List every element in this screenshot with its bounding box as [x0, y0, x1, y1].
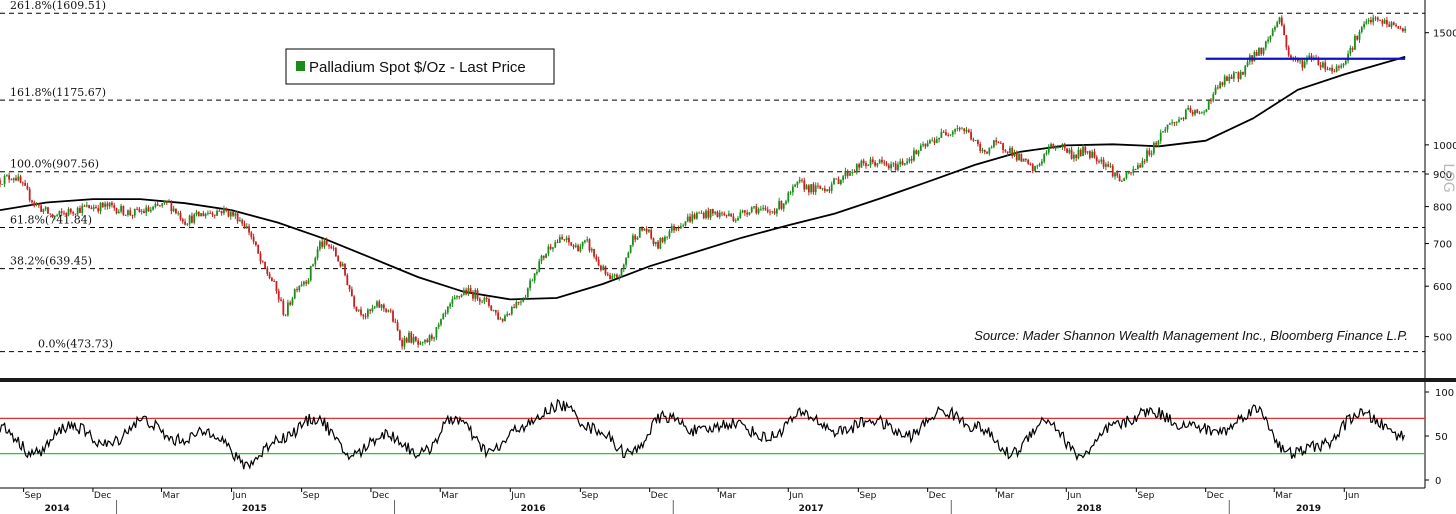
price-tick-label: 600: [1433, 282, 1452, 293]
price-candle: [410, 330, 413, 344]
month-label: Jun: [232, 491, 247, 501]
panel-divider: [0, 378, 1456, 382]
price-candle: [1397, 26, 1400, 29]
price-candle: [1152, 141, 1155, 156]
price-tick-label: 800: [1433, 203, 1452, 214]
price-candle: [392, 309, 394, 323]
legend: Palladium Spot $/Oz - Last Price: [285, 48, 555, 85]
price-candle: [1, 183, 4, 185]
price-candle: [1207, 99, 1210, 110]
year-label: 2015: [242, 504, 267, 514]
price-candle: [200, 212, 202, 217]
price-candle: [398, 329, 401, 341]
price-candle: [293, 288, 296, 300]
price-candle: [629, 244, 632, 254]
fib-label: 100.0%(907.56): [10, 158, 99, 171]
x-axis: Sep Dec Mar Jun Sep Dec Mar Jun Sep Dec Mar Jun Sep D…: [23, 488, 1359, 514]
oscillator-tick-label: 100: [1435, 388, 1454, 399]
price-candle: [833, 177, 835, 185]
price-tick-label: 700: [1433, 240, 1452, 251]
price-candle: [620, 268, 623, 278]
month-label: Dec: [372, 491, 389, 501]
palladium-chart: 261.8%(1609.51) 161.8%(1175.67) 100.0%(907…: [0, 0, 1456, 514]
oscillator-tick-label: 50: [1435, 432, 1448, 443]
price-candle: [1354, 34, 1356, 51]
month-label: Mar: [719, 491, 736, 501]
price-candle: [344, 263, 346, 277]
month-label: Sep: [25, 491, 42, 501]
price-tick-label: 1000: [1433, 141, 1456, 152]
price-candle: [257, 244, 260, 254]
price-candle: [545, 253, 547, 259]
source-note: Source: Mader Shannon Wealth Management …: [974, 328, 1408, 343]
price-candle: [1258, 47, 1260, 56]
month-label: Dec: [651, 491, 668, 501]
fib-label: 61.8%(741.84): [10, 213, 92, 226]
month-label: Sep: [1137, 491, 1154, 501]
log-scale-label: LOG: [1440, 163, 1456, 192]
fib-label: 261.8%(1609.51): [10, 0, 106, 12]
price-candle: [1022, 158, 1025, 162]
month-label: Sep: [859, 491, 876, 501]
legend-label: Palladium Spot $/Oz - Last Price: [309, 59, 526, 76]
fib-label: 0.0%(473.73): [38, 338, 113, 351]
price-candle: [1015, 150, 1018, 162]
month-label: Dec: [94, 491, 111, 501]
price-candle: [1020, 153, 1023, 162]
month-label: Dec: [929, 491, 946, 501]
price-panel: [0, 0, 1425, 378]
price-candle: [346, 273, 349, 286]
month-label: Jun: [788, 491, 803, 501]
year-label: 2017: [799, 504, 824, 514]
fib-label: 38.2%(639.45): [10, 255, 92, 268]
price-candle: [282, 298, 285, 317]
price-candle: [1111, 164, 1114, 178]
month-label: Mar: [997, 491, 1014, 501]
oscillator-series: [0, 398, 1405, 470]
price-candle: [1184, 108, 1187, 120]
price-candle: [1052, 143, 1055, 149]
month-label: Mar: [162, 491, 179, 501]
price-candle: [1034, 165, 1036, 172]
price-candle: [588, 238, 591, 253]
price-candle: [28, 186, 31, 203]
month-label: Mar: [1275, 491, 1292, 501]
year-label: 2014: [45, 504, 70, 514]
price-candle: [632, 233, 634, 248]
month-label: Sep: [303, 491, 320, 501]
price-candle: [526, 287, 529, 299]
year-label: 2019: [1296, 504, 1321, 514]
oscillator-tick-label: 0: [1435, 476, 1441, 487]
price-candle: [197, 211, 200, 217]
price-candle: [659, 237, 662, 250]
price-candle: [264, 261, 266, 269]
month-label: Jun: [510, 491, 525, 501]
price-candle: [47, 206, 49, 215]
year-label: 2018: [1077, 504, 1102, 514]
price-candle: [819, 185, 822, 190]
price-candle: [334, 246, 337, 257]
month-label: Mar: [441, 491, 458, 501]
price-candle: [638, 226, 641, 238]
price-candle: [309, 265, 312, 282]
month-label: Dec: [1207, 491, 1224, 501]
price-candle: [88, 204, 91, 209]
month-label: Jun: [1066, 491, 1081, 501]
oscillator-y-ticks: 0 50 100: [1425, 388, 1454, 487]
price-tick-label: 500: [1433, 333, 1452, 344]
price-candle: [1066, 148, 1068, 154]
month-label: Sep: [581, 491, 598, 501]
month-label: Jun: [1344, 491, 1359, 501]
price-tick-label: 1500: [1433, 29, 1456, 40]
price-candle: [227, 210, 230, 218]
oscillator-line: [0, 398, 1405, 470]
price-candle: [122, 205, 125, 216]
year-label: 2016: [521, 504, 546, 514]
fib-label: 161.8%(1175.67): [10, 86, 106, 99]
legend-swatch: [296, 61, 305, 71]
